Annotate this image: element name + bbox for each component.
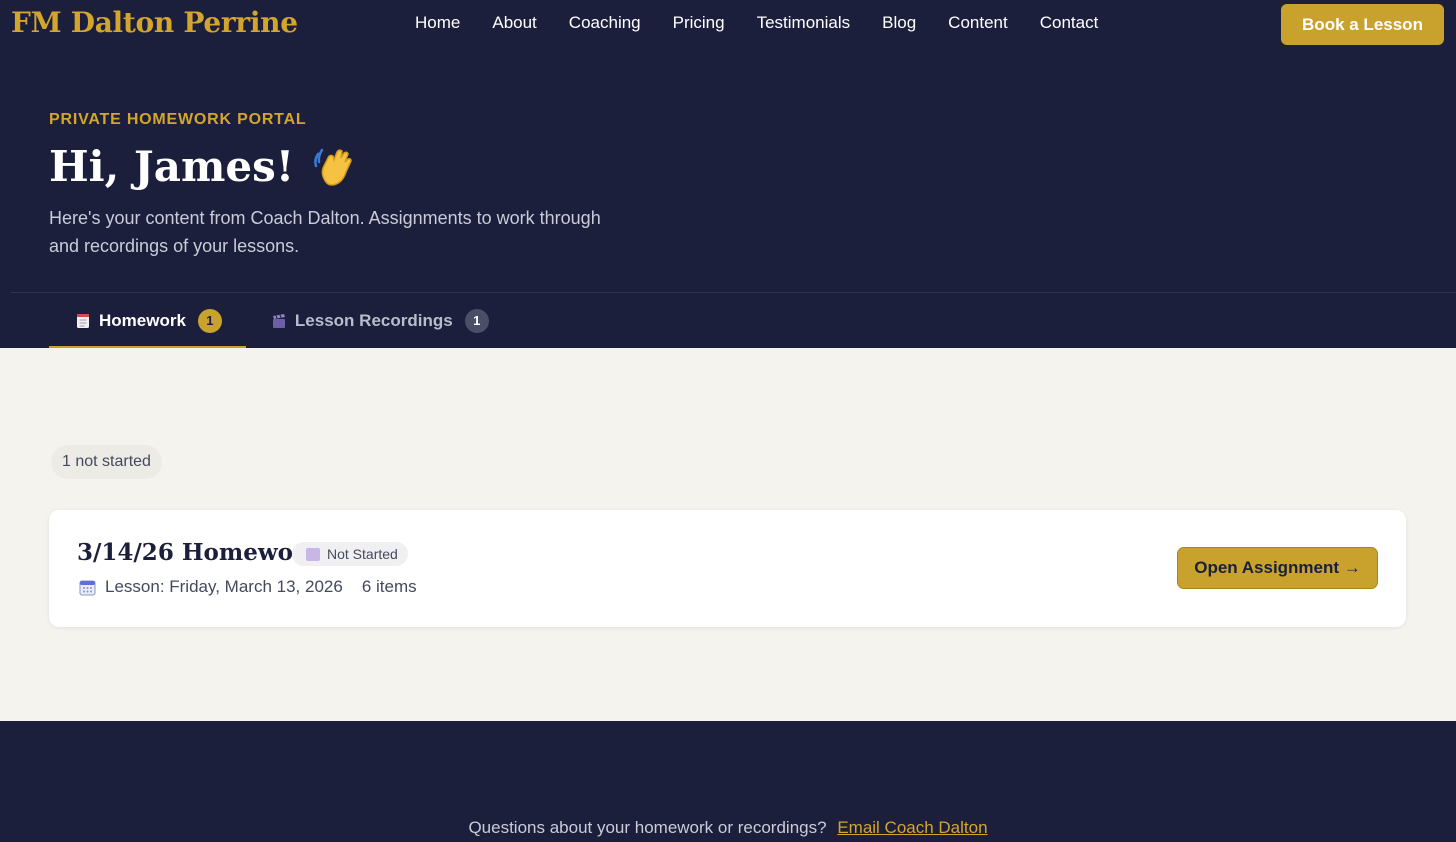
email-coach-link[interactable]: Email Coach Dalton xyxy=(837,818,987,837)
top-nav: FM Dalton Perrine Home About Coaching Pr… xyxy=(0,0,1456,50)
calendar-icon xyxy=(79,579,96,596)
portal-eyebrow: PRIVATE HOMEWORK PORTAL xyxy=(49,111,307,128)
lesson-date: Lesson: Friday, March 13, 2026 xyxy=(105,577,343,596)
homework-panel: 1 not started 3/14/26 Homework Not Start… xyxy=(0,348,1456,721)
tab-homework[interactable]: Homework 1 xyxy=(49,293,246,348)
status-badge-label: Not Started xyxy=(327,546,398,562)
nav-links: Home About Coaching Pricing Testimonials… xyxy=(399,13,1114,33)
book-lesson-button[interactable]: Book a Lesson xyxy=(1281,4,1444,45)
waving-hand-icon xyxy=(310,144,356,190)
tab-lesson-recordings[interactable]: Lesson Recordings 1 xyxy=(246,293,513,348)
site-logo[interactable]: FM Dalton Perrine xyxy=(11,6,298,39)
nav-link-about[interactable]: About xyxy=(476,13,552,33)
assignment-card: 3/14/26 Homework Not Started Lesson: Fri… xyxy=(49,510,1406,627)
content-tabs: Homework 1 Lesson Recordings 1 xyxy=(49,293,513,348)
assignment-meta: Lesson: Friday, March 13, 2026 6 items xyxy=(79,577,417,597)
notepad-icon xyxy=(76,313,90,329)
hero-section: PRIVATE HOMEWORK PORTAL Hi, James! Here'… xyxy=(0,50,1456,348)
status-filter-chip[interactable]: 1 not started xyxy=(51,445,162,479)
open-assignment-button[interactable]: Open Assignment → xyxy=(1177,547,1378,589)
nav-link-blog[interactable]: Blog xyxy=(866,13,932,33)
footer: Questions about your homework or recordi… xyxy=(0,721,1456,842)
clapperboard-icon xyxy=(272,313,286,329)
homework-count-badge: 1 xyxy=(197,308,222,333)
nav-link-coaching[interactable]: Coaching xyxy=(553,13,657,33)
hero-subtitle: Here's your content from Coach Dalton. A… xyxy=(49,208,601,256)
greeting-text: Hi, James! xyxy=(49,142,295,191)
purple-square-icon xyxy=(306,547,320,561)
nav-link-pricing[interactable]: Pricing xyxy=(657,13,741,33)
greeting-heading: Hi, James! xyxy=(49,142,356,191)
tab-homework-label: Homework xyxy=(99,310,186,330)
footer-contact-line: Questions about your homework or recordi… xyxy=(0,818,1456,838)
assignment-title: 3/14/26 Homework xyxy=(77,539,322,566)
nav-link-home[interactable]: Home xyxy=(399,13,476,33)
nav-link-testimonials[interactable]: Testimonials xyxy=(741,13,867,33)
recordings-count-badge: 1 xyxy=(464,308,489,333)
nav-link-content[interactable]: Content xyxy=(932,13,1024,33)
footer-question: Questions about your homework or recordi… xyxy=(468,818,827,837)
status-badge: Not Started xyxy=(292,542,408,566)
tab-recordings-label: Lesson Recordings xyxy=(294,310,453,330)
item-count: 6 items xyxy=(361,577,417,596)
nav-link-contact[interactable]: Contact xyxy=(1024,13,1115,33)
